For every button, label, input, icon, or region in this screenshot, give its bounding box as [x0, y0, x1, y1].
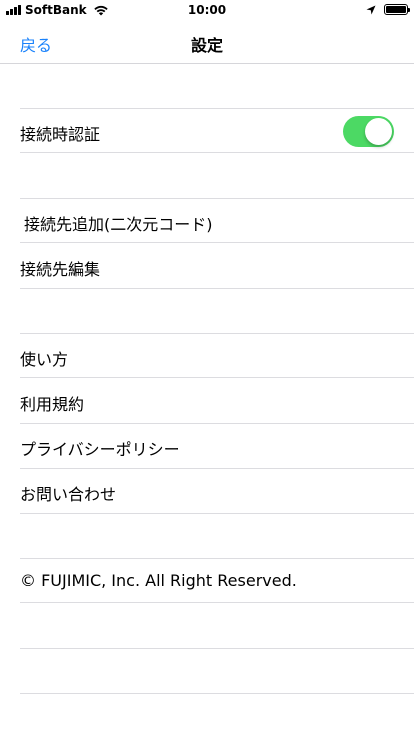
- add-connection-qr-row[interactable]: 接続先追加(二次元コード): [20, 198, 414, 243]
- location-arrow-icon: [366, 5, 376, 14]
- privacy-policy-label: プライバシーポリシー: [20, 440, 180, 459]
- empty-row: [20, 649, 414, 694]
- auth-on-connect-label: 接続時認証: [20, 125, 101, 144]
- edit-connection-label: 接続先編集: [20, 260, 101, 279]
- copyright-label: © FUJIMIC, Inc. All Right Reserved.: [20, 571, 297, 590]
- contact-row[interactable]: お問い合わせ: [20, 469, 414, 514]
- battery-icon: [384, 4, 410, 15]
- edit-connection-row[interactable]: 接続先編集: [20, 244, 414, 289]
- status-right: [366, 4, 410, 15]
- terms-label: 利用規約: [20, 395, 85, 414]
- page-title: 設定: [190, 36, 223, 55]
- add-connection-qr-label: 接続先追加(二次元コード): [24, 215, 213, 234]
- toggle-knob: [365, 118, 392, 145]
- empty-row: [20, 604, 414, 649]
- status-time: 10:00: [187, 3, 227, 17]
- navigation-bar: 戻る 設定: [0, 20, 414, 64]
- auth-on-connect-row: 接続時認証: [20, 108, 414, 153]
- terms-row[interactable]: 利用規約: [20, 379, 414, 424]
- how-to-use-label: 使い方: [20, 350, 69, 369]
- auth-on-connect-toggle[interactable]: [343, 116, 394, 147]
- status-bar: SoftBank 10:00: [0, 0, 414, 20]
- copyright-row: © FUJIMIC, Inc. All Right Reserved.: [20, 558, 414, 603]
- contact-label: お問い合わせ: [20, 485, 117, 504]
- privacy-policy-row[interactable]: プライバシーポリシー: [20, 424, 414, 469]
- how-to-use-row[interactable]: 使い方: [20, 333, 414, 378]
